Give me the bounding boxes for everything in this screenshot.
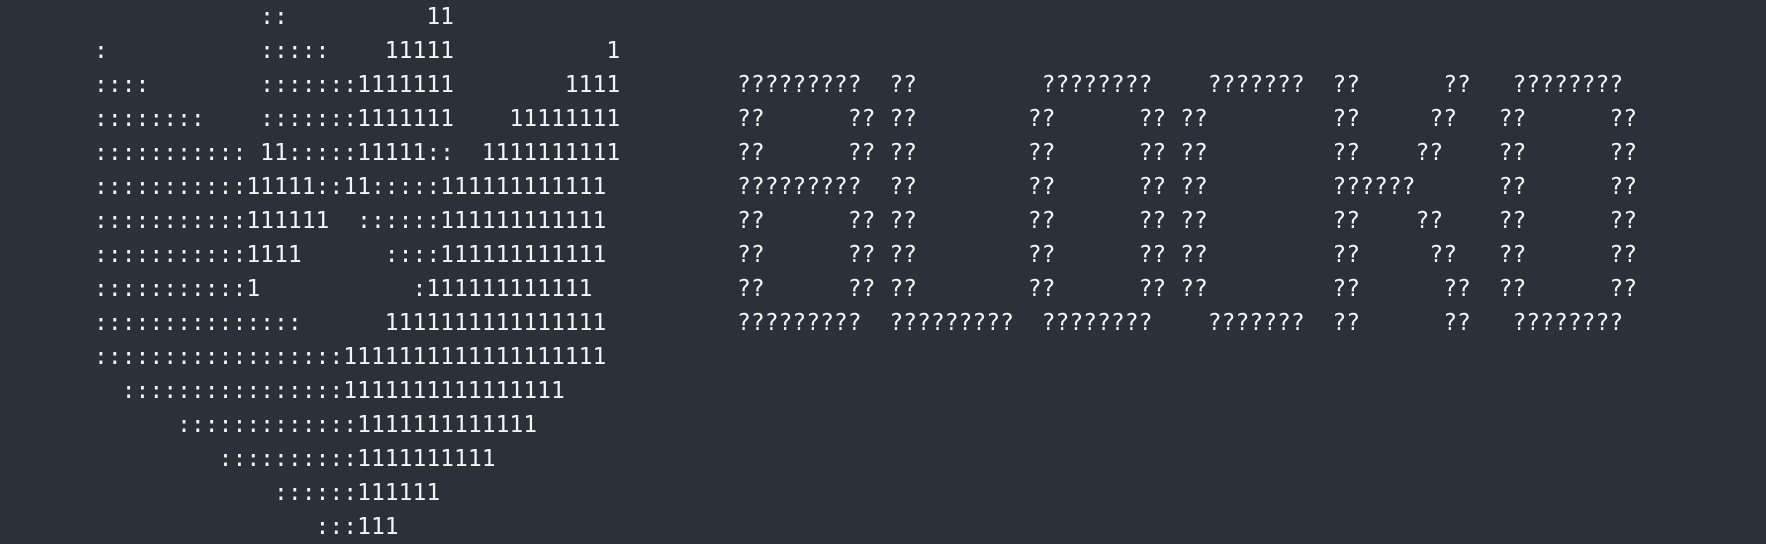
heart-art-line: :::::::::::::1111111111111: [94, 412, 538, 438]
heart-art-line: ::::::::::1111111111: [94, 446, 496, 472]
ascii-word-art: ????????? ?? ???????? ??????? ?? ?? ????…: [737, 68, 1637, 340]
heart-art-line: ::::::::::::::::::1111111111111111111: [94, 344, 607, 370]
word-art-line: ?? ?? ?? ?? ?? ?? ?? ?? ?? ??: [737, 140, 1638, 166]
heart-art-line: ::::::::::::::: 1111111111111111: [94, 310, 607, 336]
heart-art-line: :::::::::::11111::11:::::111111111111: [94, 174, 607, 200]
ascii-heart-art: :: 11: ::::: 11111 1:::: :::::::1111111 …: [94, 0, 620, 544]
terminal-window: :: 11: ::::: 11111 1:::: :::::::1111111 …: [0, 0, 1766, 542]
word-art-line: ????????? ?? ???????? ??????? ?? ?? ????…: [737, 72, 1624, 98]
heart-art-line: :::111: [94, 514, 399, 540]
heart-art-line: :::::::::::1 :111111111111: [94, 276, 593, 302]
word-art-line: ?? ?? ?? ?? ?? ?? ?? ?? ?? ??: [737, 208, 1638, 234]
heart-art-line: :::::::: :::::::1111111 11111111: [94, 106, 621, 132]
heart-art-line: : ::::: 11111 1: [94, 38, 621, 64]
heart-art-line: :::::::::::111111 ::::::111111111111: [94, 208, 607, 234]
heart-art-line: :: 11: [94, 4, 455, 30]
heart-art-line: :::::::::::1111 ::::111111111111: [94, 242, 607, 268]
heart-art-line: :::: :::::::1111111 1111: [94, 72, 621, 98]
word-art-line: ?? ?? ?? ?? ?? ?? ?? ?? ?? ??: [737, 276, 1638, 302]
heart-art-line: ::::::::::: 11:::::11111:: 1111111111: [94, 140, 621, 166]
word-art-line: ?? ?? ?? ?? ?? ?? ?? ?? ?? ??: [737, 242, 1638, 268]
heart-art-line: ::::::::::::::::1111111111111111: [94, 378, 565, 404]
word-art-line: ????????? ?? ?? ?? ?? ?????? ?? ??: [737, 174, 1638, 200]
heart-art-line: ::::::111111: [94, 480, 441, 506]
word-art-line: ????????? ????????? ???????? ??????? ?? …: [737, 310, 1624, 336]
word-art-line: ?? ?? ?? ?? ?? ?? ?? ?? ?? ??: [737, 106, 1638, 132]
